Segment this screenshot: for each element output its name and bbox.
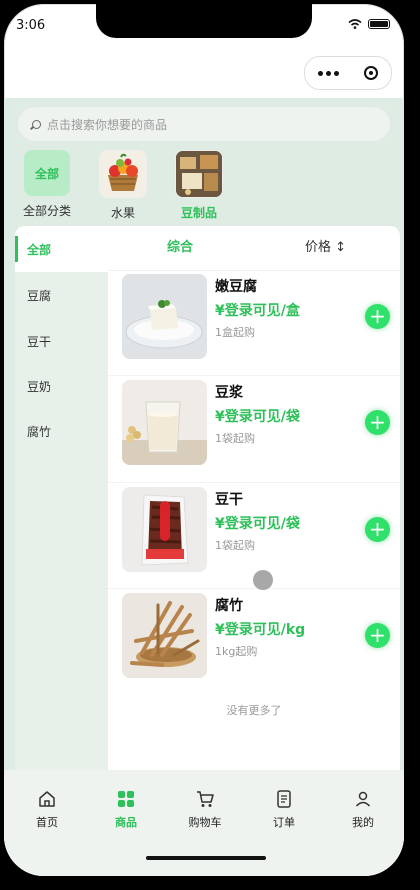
tab-label: 首页	[36, 816, 58, 829]
tab-cart[interactable]: 购物车	[175, 788, 235, 830]
sidebar-item-all[interactable]: 全部	[15, 226, 108, 272]
product-name: 豆浆	[215, 385, 243, 401]
product-image-dried-tofu[interactable]	[122, 487, 207, 572]
miniprogram-capsule[interactable]	[304, 56, 392, 90]
home-indicator[interactable]	[146, 856, 266, 860]
home-icon	[17, 788, 77, 810]
product-card[interactable]: 豆干 ¥登录可见/袋 1袋起购 +	[122, 487, 400, 583]
order-icon	[254, 788, 314, 810]
status-bar: 3:06	[4, 4, 404, 48]
status-icons	[348, 19, 390, 29]
product-min-order: 1kg起购	[215, 645, 258, 658]
product-price: ¥登录可见/kg	[215, 622, 306, 638]
category-label: 豆制品	[180, 206, 217, 220]
sort-price[interactable]: 价格 ↕	[305, 236, 346, 255]
close-target-icon[interactable]	[364, 66, 379, 80]
add-to-cart-button[interactable]: +	[365, 623, 390, 648]
product-name: 腐竹	[215, 598, 243, 614]
product-min-order: 1盒起购	[215, 326, 255, 339]
sidebar-item-label: 全部	[27, 243, 52, 257]
product-price: ¥登录可见/盒	[215, 303, 300, 319]
phone-screen: 3:06 点击搜索你想要的商品 全部 全部分类 水果 豆制品 全部 豆腐 豆干 …	[4, 4, 404, 876]
row-divider	[108, 482, 400, 483]
sidebar-item-dried-tofu[interactable]: 豆干	[27, 333, 51, 350]
tab-label: 购物车	[188, 816, 222, 829]
add-to-cart-button[interactable]: +	[365, 410, 390, 435]
product-price: ¥登录可见/袋	[215, 409, 300, 425]
category-fruit[interactable]: 水果	[92, 150, 154, 221]
soy-products-image[interactable]	[175, 150, 223, 198]
wifi-icon	[348, 19, 362, 29]
sort-comprehensive[interactable]: 综合	[167, 236, 193, 255]
row-divider	[108, 588, 400, 589]
active-indicator	[15, 236, 18, 262]
product-name: 豆干	[215, 492, 243, 508]
product-name: 嫩豆腐	[215, 279, 257, 295]
category-all-tile[interactable]: 全部	[24, 150, 70, 196]
product-panel: 全部 豆腐 豆干 豆奶 腐竹 综合 价格 ↕ 嫩豆腐 ¥登录可见/盒 1盒起购 …	[15, 226, 400, 774]
more-icon[interactable]	[317, 70, 339, 76]
product-image-yuba[interactable]	[122, 593, 207, 678]
tab-profile[interactable]: 我的	[333, 788, 393, 830]
divider	[108, 270, 400, 271]
product-card[interactable]: 嫩豆腐 ¥登录可见/盒 1盒起购 +	[122, 274, 400, 370]
product-image-soy-milk[interactable]	[122, 380, 207, 465]
battery-icon	[368, 19, 390, 29]
tab-products[interactable]: 商品	[96, 788, 156, 830]
tab-label: 商品	[115, 816, 137, 829]
status-time: 3:06	[16, 18, 46, 33]
product-image-tofu[interactable]	[122, 274, 207, 359]
sidebar-item-yuba[interactable]: 腐竹	[27, 423, 51, 440]
sidebar: 豆腐 豆干 豆奶 腐竹	[15, 272, 108, 774]
tab-orders[interactable]: 订单	[254, 788, 314, 830]
add-to-cart-button[interactable]: +	[365, 304, 390, 329]
product-min-order: 1袋起购	[215, 539, 255, 552]
add-to-cart-button[interactable]: +	[365, 517, 390, 542]
user-icon	[333, 788, 393, 810]
notch	[96, 4, 312, 38]
row-divider	[108, 375, 400, 376]
sidebar-item-soy-milk[interactable]: 豆奶	[27, 378, 51, 395]
category-strip: 全部 全部分类 水果 豆制品	[16, 150, 230, 221]
search-placeholder: 点击搜索你想要的商品	[47, 117, 168, 132]
product-card[interactable]: 豆浆 ¥登录可见/袋 1袋起购 +	[122, 380, 400, 476]
tab-bar: 首页 商品 购物车 订单 我的	[4, 770, 404, 876]
search-bar[interactable]: 点击搜索你想要的商品	[18, 107, 390, 141]
tab-label: 我的	[352, 816, 374, 829]
search-icon	[32, 119, 41, 129]
fruit-basket-image[interactable]	[99, 150, 147, 198]
category-all[interactable]: 全部 全部分类	[16, 150, 78, 221]
cart-icon	[175, 788, 235, 810]
category-soy[interactable]: 豆制品	[168, 150, 230, 221]
touch-indicator	[253, 570, 273, 590]
category-label: 水果	[110, 206, 135, 220]
product-min-order: 1袋起购	[215, 432, 255, 445]
product-card[interactable]: 腐竹 ¥登录可见/kg 1kg起购 +	[122, 593, 400, 689]
sidebar-item-tofu[interactable]: 豆腐	[27, 287, 51, 304]
no-more-text: 没有更多了	[226, 704, 282, 717]
tab-home[interactable]: 首页	[17, 788, 77, 830]
grid-icon	[96, 788, 156, 810]
category-label: 全部分类	[22, 204, 71, 218]
tab-label: 订单	[273, 816, 295, 829]
product-price: ¥登录可见/袋	[215, 516, 300, 532]
